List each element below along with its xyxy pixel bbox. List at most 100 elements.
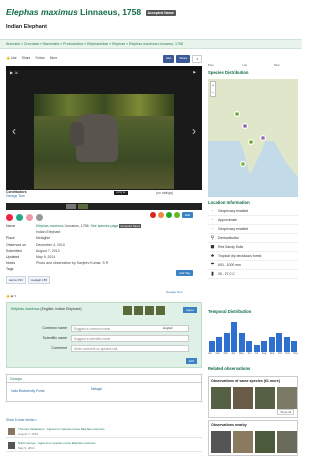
groups-heading: Groups (7, 375, 201, 383)
related-thumbnail[interactable] (277, 431, 297, 453)
tree-icon: ♣ (210, 253, 215, 259)
temporal-bar (208, 340, 215, 352)
map-cluster-pin[interactable]: 14 (248, 139, 254, 145)
comment-label: Comment (51, 346, 67, 350)
next-link[interactable]: Next (274, 63, 280, 67)
add-suggestion-button[interactable]: Add (185, 358, 197, 364)
like-button[interactable]: 👍 Like (6, 56, 17, 60)
related-thumbnail[interactable] (211, 387, 231, 409)
action-toolbar: 👍 Like Share Follow More Like Share 3 (6, 55, 202, 63)
prev-link[interactable]: Prev (208, 63, 214, 67)
related-thumbnail[interactable] (277, 387, 297, 409)
temporal-bar (238, 333, 245, 352)
soil-icon: ◼ (210, 244, 215, 250)
thumbnail[interactable] (66, 204, 76, 209)
title-author: Linnaeus, 1758 (77, 7, 142, 17)
map-pin-icon: ⚲ (210, 235, 215, 241)
month-label: Nov (285, 352, 290, 355)
show-all-button[interactable]: Show all (277, 409, 294, 415)
group-link[interactable]: Melagiri (91, 387, 102, 391)
edit-button[interactable]: Edit (182, 212, 194, 218)
related-thumbnail[interactable] (211, 431, 231, 453)
follow-button[interactable]: Follow (35, 56, 44, 60)
photo-credits: Contributors George Tom cc by nc (no rat… (6, 190, 202, 202)
map-cluster-pin[interactable]: 12 (234, 111, 240, 117)
common-name-label: Common name (42, 326, 67, 330)
species-link[interactable]: Elephas maximus (36, 224, 64, 228)
activity-item: Nithil George : Agreed on species name E… (6, 440, 202, 452)
next-photo-icon[interactable]: › (192, 124, 196, 138)
more-button[interactable]: More (50, 56, 57, 60)
avatar[interactable] (8, 442, 15, 449)
license-badge[interactable]: cc by nc (114, 191, 128, 195)
tag-item[interactable]: melagiri 155 (27, 276, 51, 284)
tag-list: kaims 153 melagiri 155 (6, 276, 51, 284)
related-thumbnail[interactable] (255, 387, 275, 409)
month-label: Oct (277, 352, 282, 355)
elephant-shape (70, 114, 118, 162)
tag-item[interactable]: kaims 153 (6, 276, 26, 284)
photo-tool-icons[interactable]: ▶ ⇲ (10, 70, 18, 75)
lock-icon: · (211, 226, 214, 232)
observation-photo[interactable]: ▶ ⇲ ⚑ ‹ › (6, 66, 202, 190)
temporal-bar (216, 337, 223, 352)
zoom-control[interactable]: + − (210, 81, 216, 97)
temporal-bar (261, 340, 268, 352)
feature-icons (6, 212, 66, 222)
scientific-name-input[interactable]: Suggest a scientific name (71, 335, 189, 342)
heart-icon[interactable] (6, 213, 13, 221)
photo-rating: (no ratings) (156, 191, 174, 195)
rain-icon: ☂ (210, 262, 215, 268)
flag-country-icon (16, 213, 23, 221)
fb-like-button[interactable]: Like (162, 55, 175, 63)
suggestion-header: 👍 ◉ ✎ George Tom (6, 290, 202, 300)
nearby-heading: Observations nearby (211, 423, 247, 427)
species-suggestion-panel: Elephas maximus (English: Indian Elephan… (6, 302, 202, 368)
species-distribution-title: Species Distribution (208, 70, 249, 75)
activity-item: Thomas Vattakaven : Agreed on species na… (6, 426, 202, 438)
activity-date: August 7, 2013 (18, 432, 39, 436)
month-label: Feb (215, 352, 220, 355)
suggested-species-link[interactable]: Elephas maximus (11, 307, 39, 311)
month-label: Sep (269, 352, 275, 355)
related-observations-title: Related observations (208, 366, 251, 371)
info-row: Tags (6, 267, 14, 272)
month-label: May (238, 352, 244, 355)
vote-icons[interactable]: 👍 ◉ ✎ (6, 294, 17, 298)
same-species-heading: Observations of same species (61 more) (211, 379, 280, 383)
thumbnail-strip (6, 203, 202, 210)
temporal-bar (276, 333, 283, 352)
flag-icon[interactable]: ⚑ (192, 70, 196, 75)
group-link[interactable]: India Biodiversity Portal (11, 389, 44, 393)
thumbnail[interactable] (78, 204, 88, 209)
language-select[interactable]: English (163, 326, 173, 330)
month-label: Dec (293, 352, 298, 355)
foliage (34, 94, 174, 116)
pin-icon (26, 213, 33, 221)
share-button[interactable]: Share (22, 56, 31, 60)
related-thumbnail[interactable] (233, 431, 253, 453)
avatar[interactable] (8, 428, 15, 435)
month-label: Jul (254, 352, 259, 355)
related-thumbnail[interactable] (255, 431, 275, 453)
agree-button[interactable]: Agree (182, 307, 197, 313)
add-tag-button[interactable]: Add Tag (176, 270, 193, 276)
list-link[interactable]: List (243, 63, 247, 67)
map-cluster-pin[interactable]: 5 (260, 135, 266, 141)
location-row: ☂ 600 - 1000 mm (208, 261, 298, 270)
prev-photo-icon[interactable]: ‹ (12, 124, 16, 138)
map-nav: Prev List Next (208, 63, 298, 69)
temporal-bar-chart (208, 322, 298, 352)
fb-share-button[interactable]: Share (176, 55, 191, 63)
comment-input[interactable]: Write comment on species call (71, 345, 189, 352)
see-species-link[interactable]: See species page (91, 224, 119, 228)
temporal-bar (268, 337, 275, 352)
breadcrumb[interactable]: Animalia » Chordata » Mammalia » Probosc… (0, 39, 302, 49)
related-thumbnail[interactable] (233, 387, 253, 409)
show-older-feeds-link[interactable]: Show 5 older feeds>> (6, 418, 37, 422)
map-cluster-pin[interactable]: 5 (240, 161, 246, 167)
map-cluster-pin[interactable]: 14 (242, 123, 248, 129)
temporal-bar (283, 337, 290, 352)
distribution-map[interactable]: + − 12 14 14 5 5 (208, 79, 298, 197)
suggestion-author[interactable]: George Tom (166, 290, 182, 294)
